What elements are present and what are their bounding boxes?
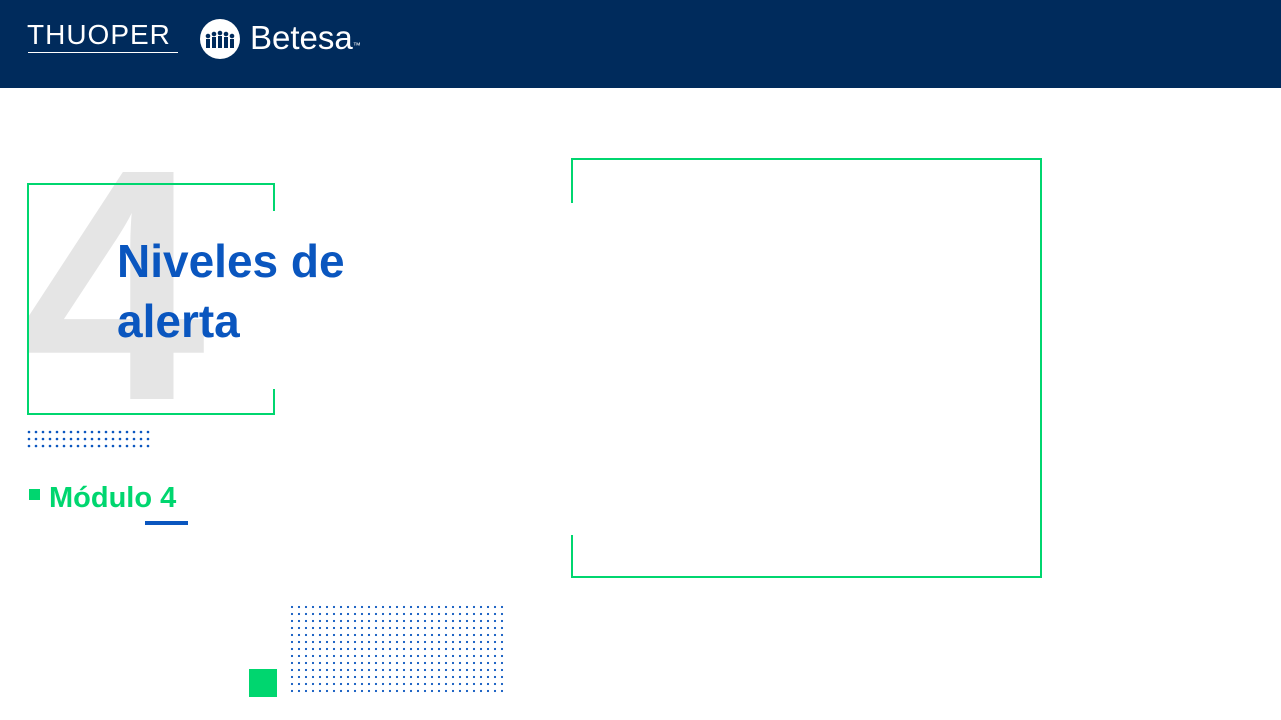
betesa-logo-text: Betesa bbox=[250, 19, 353, 56]
decorative-green-square bbox=[249, 669, 277, 697]
content-frame bbox=[571, 158, 1042, 578]
betesa-logo: Betesa™ bbox=[250, 16, 361, 60]
trademark-mark: ™ bbox=[352, 41, 361, 50]
thuoper-logo-underline bbox=[28, 52, 178, 53]
slide-title-line-2: alerta bbox=[117, 295, 240, 347]
header-bar: THUOPER Betesa™ bbox=[0, 0, 1281, 88]
module-label-text: Módulo 4 bbox=[49, 482, 177, 514]
thuoper-logo: THUOPER bbox=[27, 18, 179, 56]
slide-title: Niveles de alerta bbox=[117, 231, 417, 351]
module-underline bbox=[145, 521, 188, 525]
dot-pattern-small bbox=[27, 430, 150, 448]
dot-pattern-large bbox=[290, 605, 504, 693]
thuoper-logo-text: THUOPER bbox=[27, 19, 171, 50]
betesa-emblem-icon bbox=[200, 19, 240, 59]
module-bullet bbox=[29, 489, 40, 500]
slide-title-line-1: Niveles de bbox=[117, 235, 345, 287]
